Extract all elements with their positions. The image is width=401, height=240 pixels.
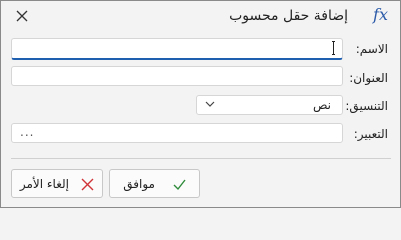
expression-input-value: ... bbox=[20, 125, 35, 139]
cancel-button[interactable]: إلغاء الأمر bbox=[11, 169, 103, 198]
check-icon bbox=[173, 179, 186, 191]
fx-icon: fx bbox=[373, 5, 388, 24]
name-label: الاسم: bbox=[355, 42, 388, 56]
expression-input[interactable]: ... bbox=[11, 123, 343, 143]
chevron-down-icon bbox=[205, 101, 215, 107]
format-selected-value: نص bbox=[312, 98, 331, 112]
ok-button-label: موافق bbox=[123, 177, 155, 191]
divider bbox=[11, 158, 391, 159]
format-label: التنسيق: bbox=[345, 99, 388, 113]
dialog-title: إضافة حقل محسوب bbox=[229, 8, 348, 24]
cancel-button-label: إلغاء الأمر bbox=[19, 177, 69, 191]
format-dropdown[interactable]: نص bbox=[196, 95, 343, 115]
x-icon bbox=[81, 178, 94, 191]
ok-button[interactable]: موافق bbox=[109, 169, 200, 198]
expression-label: التعبير: bbox=[353, 127, 388, 141]
close-icon[interactable] bbox=[16, 10, 28, 22]
add-calculated-field-dialog: fx إضافة حقل محسوب الاسم: العنوان: التنس… bbox=[0, 0, 401, 208]
address-label: العنوان: bbox=[349, 71, 388, 85]
address-input[interactable] bbox=[11, 66, 343, 86]
name-input[interactable] bbox=[11, 38, 343, 60]
